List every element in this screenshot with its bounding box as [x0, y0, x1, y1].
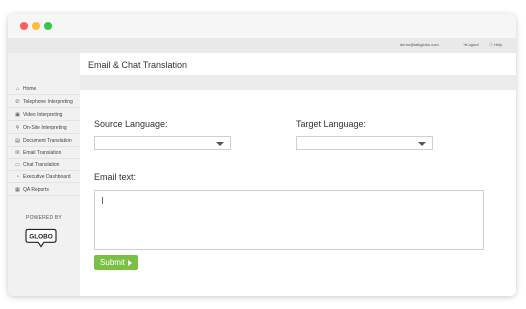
sidebar-item-executive-dashboard[interactable]: ◔ Executive Dashboard — [8, 171, 80, 183]
submit-label: Submit — [100, 258, 125, 267]
main-content: Email & Chat Translation Source Language… — [80, 53, 516, 296]
sidebar-item-on-site-interpreting[interactable]: ⚲ On-Site Interpreting — [8, 122, 80, 134]
top-bar: demo@talkglobo.com ⇥Logout ⓘ Help — [8, 38, 516, 53]
sidebar-item-label: QA Reports — [23, 186, 49, 193]
help-link[interactable]: ⓘ Help — [489, 42, 502, 48]
logout-label: Logout — [466, 42, 479, 47]
report-icon: ▦ — [15, 186, 20, 193]
source-language-label: Source Language: — [94, 119, 168, 129]
sidebar-item-qa-reports[interactable]: ▦ QA Reports — [8, 184, 80, 196]
globo-logo: GLOBO — [25, 228, 57, 248]
window-titlebar — [8, 14, 516, 38]
sidebar-item-label: Video Interpreting — [23, 111, 63, 118]
chevron-down-icon — [418, 142, 426, 146]
email-text-label: Email text: — [94, 172, 137, 182]
logo-text: GLOBO — [29, 234, 53, 241]
target-language-label: Target Language: — [296, 119, 367, 129]
sidebar-item-label: Executive Dashboard — [23, 173, 71, 180]
logout-link[interactable]: ⇥Logout — [463, 42, 479, 47]
app-window: demo@talkglobo.com ⇥Logout ⓘ Help ⌂ Home… — [8, 14, 516, 296]
sidebar-item-label: Chat Translation — [23, 161, 60, 168]
home-icon: ⌂ — [15, 85, 20, 92]
help-label: Help — [494, 42, 503, 47]
page-title: Email & Chat Translation — [88, 60, 188, 70]
minimize-window-button[interactable] — [32, 22, 40, 30]
email-text-input[interactable] — [94, 190, 484, 250]
play-arrow-icon — [127, 259, 132, 266]
subheader-bar — [80, 75, 516, 90]
sidebar-item-video-interpreting[interactable]: ▣ Video Interpreting — [8, 109, 80, 121]
sidebar-item-chat-translation[interactable]: ▭ Chat Translation — [8, 159, 80, 171]
submit-button[interactable]: Submit — [94, 255, 138, 270]
document-icon: ▤ — [15, 137, 20, 144]
chevron-down-icon — [216, 142, 224, 146]
chat-icon: ▭ — [15, 161, 20, 168]
sidebar-item-telephone-interpreting[interactable]: ✆ Telephone Interpreting — [8, 96, 80, 108]
email-icon: ✉ — [15, 149, 20, 156]
user-email: demo@talkglobo.com — [400, 42, 439, 47]
sidebar-item-email-translation[interactable]: ✉ Email Translation — [8, 147, 80, 159]
sidebar-item-label: Telephone Interpreting — [23, 98, 73, 105]
dashboard-icon: ◔ — [15, 173, 20, 180]
location-pin-icon: ⚲ — [15, 124, 20, 131]
sidebar-item-label: On-Site Interpreting — [23, 124, 67, 131]
maximize-window-button[interactable] — [44, 22, 52, 30]
video-icon: ▣ — [15, 111, 20, 118]
sidebar-item-label: Email Translation — [23, 149, 62, 156]
close-window-button[interactable] — [20, 22, 28, 30]
powered-by-label: POWERED BY — [26, 215, 62, 221]
sidebar-item-document-translation[interactable]: ▤ Document Translation — [8, 135, 80, 147]
target-language-select[interactable] — [296, 136, 433, 150]
text-cursor — [102, 197, 103, 204]
sidebar-item-label: Home — [23, 85, 37, 92]
sidebar-item-home[interactable]: ⌂ Home — [8, 83, 80, 95]
help-icon: ⓘ — [489, 42, 493, 47]
sidebar-item-label: Document Translation — [23, 137, 72, 144]
source-language-select[interactable] — [94, 136, 231, 150]
phone-icon: ✆ — [15, 98, 20, 105]
sidebar: ⌂ Home ✆ Telephone Interpreting ▣ Video … — [8, 53, 80, 296]
